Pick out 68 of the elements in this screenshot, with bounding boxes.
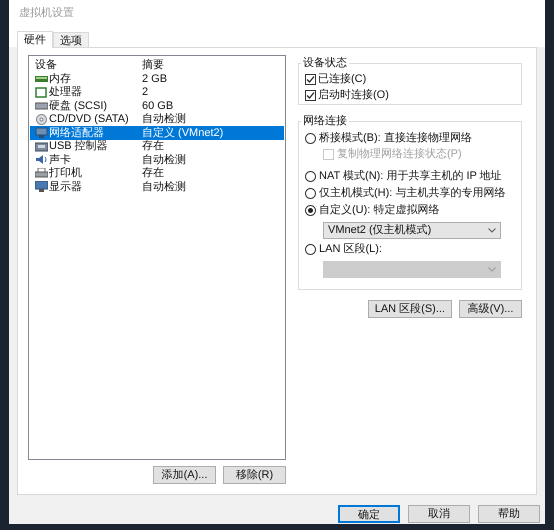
device-row[interactable]: USB 控制器 存在 (30, 140, 284, 153)
device-row[interactable]: 处理器 2 (30, 86, 284, 99)
radio-button[interactable] (305, 171, 316, 182)
device-name: 打印机 (49, 166, 82, 181)
device-name: 内存 (49, 72, 71, 86)
device-summary: 2 (142, 85, 148, 100)
tab[interactable]: 选项 (53, 32, 89, 47)
device-summary: 自动检测 (142, 112, 186, 126)
monitor-icon (35, 181, 48, 192)
chip-icon (35, 86, 48, 98)
device-row[interactable]: 显示器 自动检测 (30, 180, 284, 194)
speaker-icon (35, 154, 48, 166)
device-row[interactable]: 硬盘 (SCSI) 60 GB (30, 99, 284, 112)
checkbox-label: 已连接(C) (318, 72, 366, 88)
device-name: 网络适配器 (49, 126, 104, 140)
device-row[interactable]: 打印机 存在 (30, 166, 284, 180)
device-row[interactable]: 网络适配器 自定义 (VMnet2) (30, 126, 284, 140)
radio-button[interactable] (305, 205, 316, 216)
disc-icon (35, 114, 48, 125)
column-header: 摘要 (142, 58, 164, 74)
tab[interactable]: 硬件 (17, 31, 53, 48)
dialog-button[interactable]: 取消 (408, 505, 470, 523)
window-title: 虚拟机设置 (19, 6, 74, 21)
network-icon (35, 127, 48, 138)
device-name: CD/DVD (SATA) (49, 112, 129, 127)
device-summary: 自动检测 (142, 180, 186, 194)
checkbox[interactable] (305, 90, 316, 101)
device-summary: 存在 (142, 139, 164, 154)
list-button[interactable]: 移除(R) (223, 466, 286, 484)
device-name: USB 控制器 (49, 139, 108, 154)
device-summary: 自定义 (VMnet2) (142, 126, 224, 140)
dropdown-value: VMnet2 (仅主机模式) (328, 222, 432, 238)
device-row[interactable]: CD/DVD (SATA) 自动检测 (30, 112, 284, 126)
device-name: 处理器 (49, 85, 82, 100)
memory-icon (35, 73, 48, 84)
chevron-down-icon (488, 228, 496, 232)
device-summary: 2 GB (142, 72, 168, 86)
checkbox[interactable] (305, 74, 316, 85)
radio-label: NAT 模式(N): 用于共享主机的 IP 地址 (319, 168, 502, 184)
checkbox-label: 启动时连接(O) (318, 88, 389, 104)
radio-button[interactable] (305, 133, 316, 144)
device-name: 显示器 (49, 180, 82, 194)
device-row[interactable]: 声卡 自动检测 (30, 153, 284, 166)
device-summary: 自动检测 (142, 152, 186, 167)
dialog-button[interactable]: 确定 (338, 505, 400, 523)
radio-button[interactable] (305, 188, 316, 199)
radio-label: 自定义(U): 特定虚拟网络 (319, 202, 440, 218)
chevron-down-icon (488, 266, 496, 272)
device-summary: 60 GB (142, 98, 174, 113)
checkbox-label: 复制物理网络连接状态(P) (337, 146, 462, 162)
device-row[interactable]: 内存 2 GB (30, 72, 284, 86)
usb-icon (35, 140, 48, 152)
radio-label: 仅主机模式(H): 与主机共享的专用网络 (319, 186, 506, 202)
radio-button[interactable] (305, 244, 316, 255)
device-summary: 存在 (142, 166, 164, 181)
column-header: 设备 (34, 58, 58, 73)
list-button[interactable]: 添加(A)... (153, 466, 216, 484)
device-name: 声卡 (49, 152, 71, 167)
group-title: 设备状态 (302, 56, 348, 71)
network-button[interactable]: 高级(V)... (459, 300, 522, 318)
network-dropdown[interactable]: VMnet2 (仅主机模式) (323, 222, 501, 238)
radio-label: LAN 区段(L): (319, 242, 382, 258)
dialog-button[interactable]: 帮助 (478, 505, 540, 523)
network-button[interactable]: LAN 区段(S)... (368, 300, 452, 318)
device-name: 硬盘 (SCSI) (49, 98, 108, 114)
group-title: 网络连接 (302, 114, 348, 129)
radio-label: 桥接模式(B): 直接连接物理网络 (319, 130, 472, 146)
printer-icon (35, 168, 48, 179)
